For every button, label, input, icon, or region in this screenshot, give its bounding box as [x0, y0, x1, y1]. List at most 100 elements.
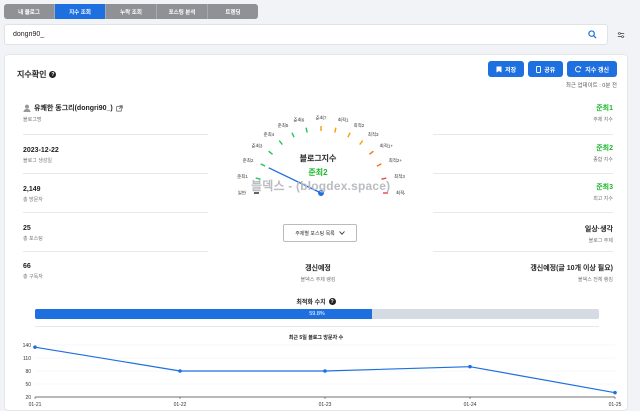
overall-rank-label: 블덱스 전체 랭킹 [578, 277, 613, 283]
posts-row: 25 총 포스팅 [23, 225, 208, 242]
divider [23, 173, 208, 174]
divider [433, 173, 613, 174]
gauge-tick [334, 127, 337, 133]
chart-y-tick: 50 [25, 382, 31, 388]
visitors-label: 총 방문자 [23, 197, 43, 203]
filter-button[interactable] [614, 28, 628, 42]
gauge-label: 최적1+ [380, 143, 394, 150]
chart-x-tick: 01-24 [464, 402, 477, 408]
chart-point [613, 390, 617, 395]
gauge-label: 준최7 [316, 115, 327, 122]
max-index-value: 준최3 [596, 184, 613, 191]
chart-y-tick: 140 [23, 343, 32, 349]
tab-index-lookup[interactable]: 지수 조회 [55, 4, 106, 19]
gauge-tick [291, 132, 295, 138]
created-row: 2023-12-22 블로그 생성일 [23, 147, 208, 164]
chart-point [468, 364, 472, 369]
card-title: 지수확인 ? [17, 69, 57, 80]
blog-topic-row: 일상·생각 블로그 주제 [433, 224, 613, 244]
save-label: 저장 [505, 67, 517, 74]
gauge-label: 최적4+ [396, 190, 405, 197]
blog-topic-label: 블로그 주제 [588, 238, 613, 244]
created-label: 블로그 생성일 [23, 158, 52, 164]
created-date: 2023-12-22 [23, 147, 59, 154]
posting-list-dropdown[interactable]: 주제별 포스팅 목록 [283, 224, 357, 242]
search-bar [4, 24, 608, 45]
chart-x-tick: 01-22 [174, 402, 187, 408]
save-button[interactable]: 저장 [488, 61, 525, 77]
overall-index-row: 준최2 종합 지수 [433, 143, 613, 163]
tab-missing-lookup[interactable]: 누락 조회 [106, 4, 157, 19]
gauge-tick [347, 132, 351, 138]
subscribers-row: 66 총 구독자 [23, 263, 208, 280]
topic-index-value: 준최1 [596, 105, 613, 112]
gauge-tick [305, 127, 308, 133]
chart-x-tick: 01-21 [29, 402, 42, 408]
blog-name-label: 블로그명 [23, 117, 42, 123]
avatar-icon [23, 104, 31, 112]
search-button[interactable] [585, 28, 599, 42]
blog-name-row: 유쾌한 동그리(dongri90_) 블로그명 [23, 103, 208, 123]
topic-index-label: 주제 지수 [593, 117, 613, 123]
subscribers-value: 66 [23, 263, 31, 270]
progress-label: 59.8% [309, 311, 325, 317]
overall-index-value: 준최2 [596, 145, 613, 152]
gauge-label: 준최6 [294, 116, 305, 123]
gauge-tick [359, 140, 364, 145]
overall-rank-row: 갱신예정(글 10개 이상 필요) 블덱스 전체 랭킹 [433, 263, 613, 283]
overall-index-label: 종합 지수 [593, 157, 613, 163]
divider [433, 251, 613, 252]
optimization-title-text: 최적화 수치 [296, 300, 326, 306]
action-buttons: 저장 공유 지수 갱신 [488, 61, 617, 77]
dropdown-label: 주제별 포스팅 목록 [295, 230, 335, 237]
topic-rank-label: 블덱스 주제 랭킹 [300, 277, 336, 283]
external-link-icon[interactable] [116, 104, 123, 112]
chart-point [33, 345, 37, 349]
chart-x-tick: 01-25 [609, 402, 622, 408]
refresh-index-button[interactable]: 지수 갱신 [567, 61, 617, 77]
divider [23, 251, 208, 252]
visitors-row: 2,149 총 방문자 [23, 186, 208, 203]
gauge-label: 최적3 [368, 131, 379, 138]
visitors-line-chart: 20 50 80 110 140 01-21 01-22 01-23 01-24 01-25 [23, 343, 622, 408]
gauge-tick [376, 163, 382, 167]
gauge-label: 일반 [238, 190, 246, 196]
gauge-tick [260, 163, 266, 167]
topic-rank-value: 갱신예정 [305, 265, 331, 272]
chart-x-tick: 01-23 [319, 402, 332, 408]
gauge-label: 최적2 [354, 122, 365, 129]
card-title-text: 지수확인 [17, 70, 47, 79]
tab-trending[interactable]: 트렌딩 [208, 4, 258, 19]
share-button[interactable]: 공유 [528, 61, 564, 77]
bookmark-icon [496, 66, 502, 72]
gauge-label: 준최3 [252, 143, 263, 150]
search-icon [587, 30, 597, 39]
max-index-row: 준최3 최고 지수 [433, 182, 613, 202]
topic-index-row: 준최1 주제 지수 [433, 103, 613, 123]
overall-rank-value: 갱신예정(글 10개 이상 필요) [530, 265, 613, 272]
posts-label: 총 포스팅 [23, 236, 43, 242]
gauge-title: 블로그지수 [299, 154, 337, 163]
info-icon[interactable]: ? [49, 71, 57, 78]
chart-y-tick: 110 [23, 356, 31, 362]
divider [433, 212, 613, 213]
divider [23, 212, 208, 213]
search-input[interactable] [13, 31, 585, 38]
chart-point [178, 369, 182, 373]
watermark: 블덱스 - (blogdex.space) [251, 179, 391, 193]
info-icon[interactable]: ? [328, 298, 336, 305]
max-index-label: 최고 지수 [593, 196, 613, 202]
tab-posting-analysis[interactable]: 포스팅 분석 [157, 4, 208, 19]
gauge-label: 준최4 [263, 131, 274, 138]
blog-name[interactable]: 유쾌한 동그리(dongri90_) [34, 103, 113, 113]
tab-my-blog[interactable]: 내 블로그 [4, 4, 55, 19]
divider [35, 326, 599, 327]
posts-value: 25 [23, 225, 31, 232]
gauge-tick [278, 140, 283, 145]
divider [433, 134, 613, 135]
blog-topic-value: 일상·생각 [584, 226, 613, 233]
optimization-title: 최적화 수치 ? [5, 297, 627, 306]
refresh-label: 지수 갱신 [585, 67, 609, 74]
optimization-progress: 59.8% [35, 309, 599, 319]
index-card: 지수확인 ? 저장 공유 지수 갱신 최근 업데이트 : 0분 전 유쾌한 동그… [4, 54, 628, 411]
